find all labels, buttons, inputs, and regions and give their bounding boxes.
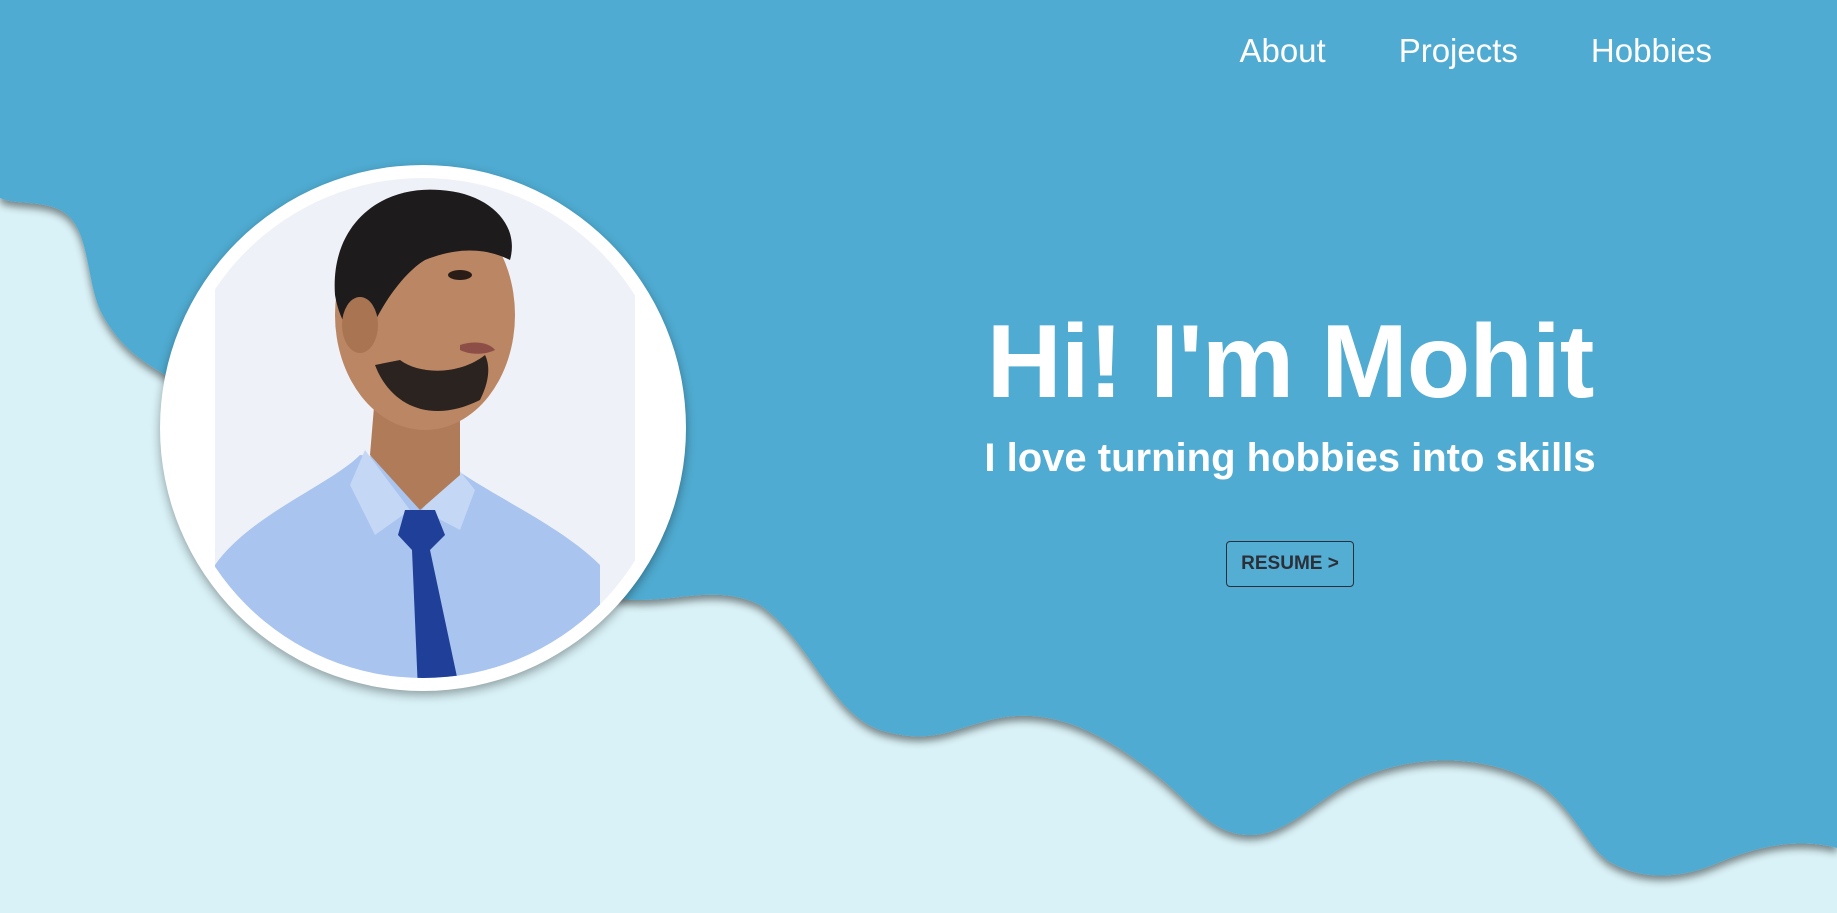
- nav-projects-link[interactable]: Projects: [1399, 28, 1518, 73]
- hero-section: Hi! I'm Mohit I love turning hobbies int…: [890, 300, 1690, 587]
- resume-button[interactable]: RESUME >: [1226, 541, 1354, 587]
- nav-about-link[interactable]: About: [1239, 28, 1325, 73]
- main-nav: About Projects Hobbies: [1239, 28, 1712, 73]
- profile-photo-illustration: [173, 178, 673, 678]
- hero-subtitle: I love turning hobbies into skills: [984, 436, 1596, 480]
- hero-title: Hi! I'm Mohit: [986, 304, 1595, 420]
- profile-avatar: [160, 165, 686, 691]
- nav-hobbies-link[interactable]: Hobbies: [1591, 28, 1712, 73]
